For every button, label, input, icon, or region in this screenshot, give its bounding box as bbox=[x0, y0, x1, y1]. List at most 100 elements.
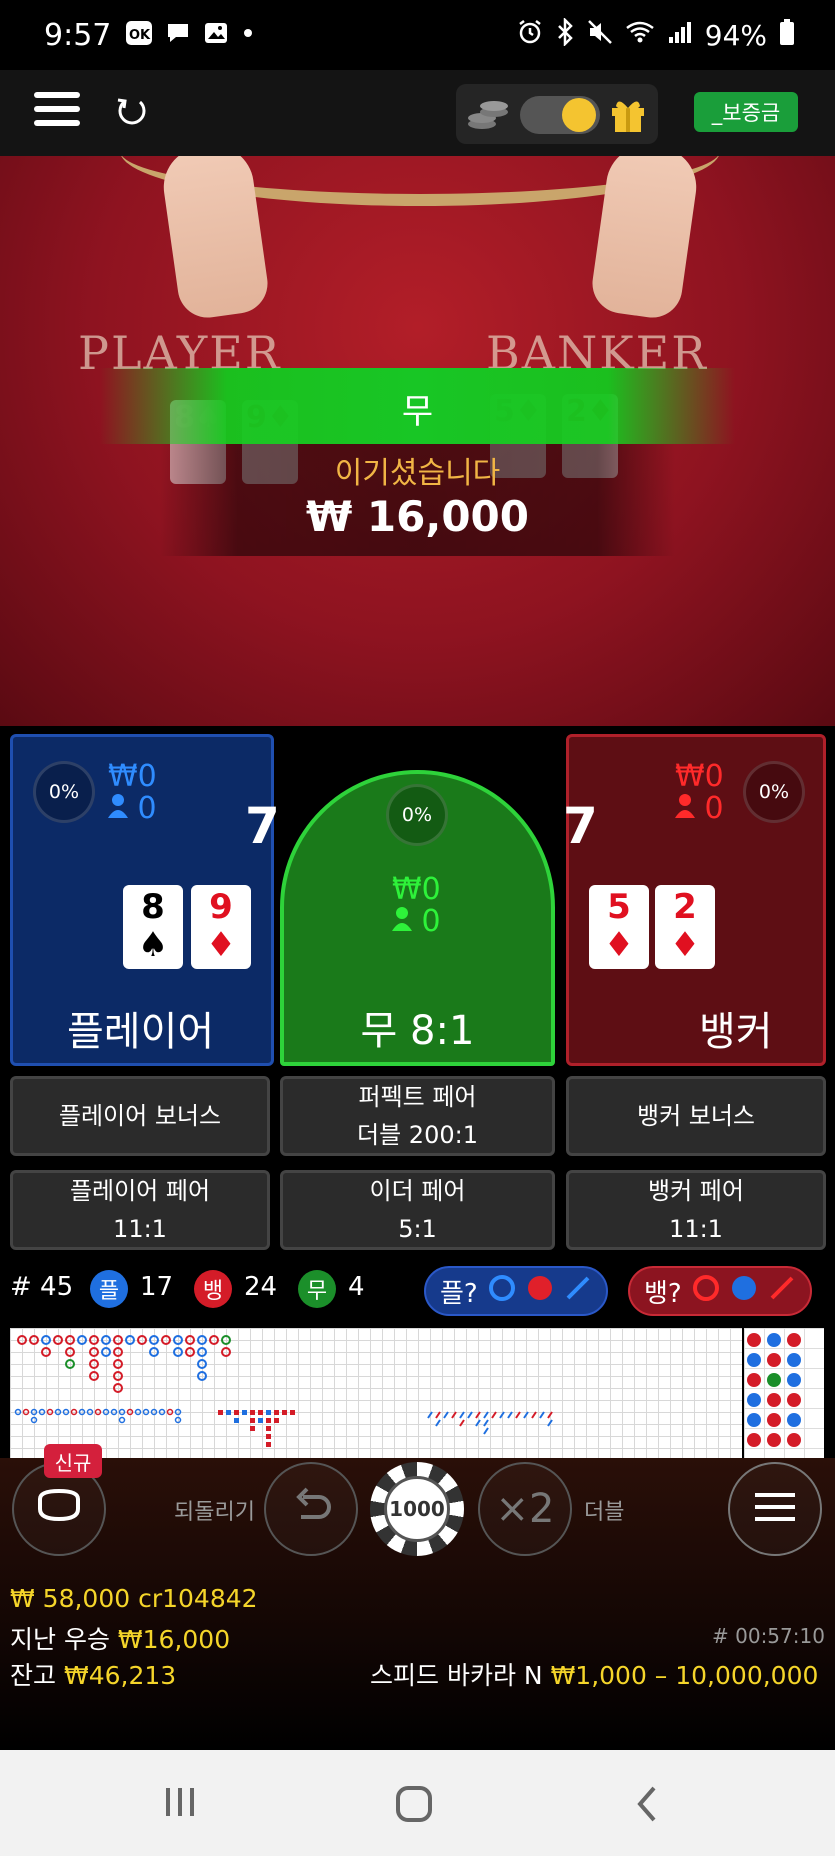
win-amount: ₩ 16,000 bbox=[305, 492, 530, 541]
user-icon bbox=[108, 791, 138, 826]
image-icon bbox=[203, 20, 229, 50]
top-app-bar: _보증금 bbox=[0, 70, 835, 156]
ok-app-icon: OK bbox=[125, 20, 153, 50]
last-win-amount: ₩16,000 bbox=[117, 1625, 231, 1654]
dot-icon bbox=[241, 20, 255, 50]
new-badge: 신규 bbox=[44, 1444, 102, 1478]
wifi-icon bbox=[625, 19, 655, 52]
system-nav-bar bbox=[0, 1750, 835, 1856]
battery-percent: 94% bbox=[704, 18, 767, 52]
road-map-summary[interactable] bbox=[744, 1328, 824, 1458]
table-name: 스피드 바카라 N bbox=[370, 1661, 543, 1690]
double-symbol: ×2 bbox=[495, 1486, 555, 1532]
home-icon[interactable] bbox=[394, 1784, 434, 1828]
chip-selector[interactable]: 1000 bbox=[370, 1462, 464, 1556]
slash-icon bbox=[768, 1274, 796, 1309]
table-limits: ₩1,000 – 10,000,000 bbox=[550, 1661, 819, 1690]
banker-bonus-button[interactable]: 뱅커 보너스 bbox=[566, 1076, 826, 1156]
bluetooth-icon bbox=[555, 16, 575, 53]
bet-area-banker[interactable]: 0% ₩0 0 7 5 ♦ 2 ♦ 뱅커 bbox=[563, 734, 826, 1066]
round-stats: # 45 플 17 뱅 24 무 4 플? 뱅? bbox=[0, 1266, 835, 1316]
chip-value: 1000 bbox=[384, 1476, 450, 1542]
chat-icon bbox=[165, 20, 191, 50]
circle-filled-icon bbox=[730, 1274, 758, 1309]
perfect-pair-button[interactable]: 퍼펙트 페어 더블 200:1 bbox=[280, 1076, 555, 1156]
game-menu-button[interactable] bbox=[728, 1462, 822, 1556]
player-predict-button[interactable]: 플? bbox=[424, 1266, 608, 1316]
bet-area-player[interactable]: 0% ₩0 0 7 8 ♠ 9 ♦ 플레이어 bbox=[10, 734, 280, 1066]
live-table-view: PLAYER BANKER 8♠ 9♦ 5♦ 2♦ 무 이기셨습니다 ₩ 16,… bbox=[0, 156, 835, 726]
circle-outline-icon bbox=[692, 1274, 720, 1309]
double-button[interactable]: ×2 bbox=[478, 1462, 572, 1556]
player-user-count: 0 bbox=[108, 793, 157, 825]
tie-percent: 0% bbox=[386, 784, 448, 846]
last-win-label: 지난 우승 bbox=[10, 1625, 110, 1654]
tie-user-count: 0 bbox=[392, 906, 441, 938]
banker-count-badge: 뱅 bbox=[194, 1270, 232, 1308]
recent-apps-icon[interactable] bbox=[162, 1784, 198, 1824]
menu-icon bbox=[755, 1491, 795, 1527]
banker-card-1: 5 ♦ bbox=[589, 885, 649, 969]
player-score: 7 bbox=[245, 797, 280, 855]
balance-label: 잔고 bbox=[10, 1661, 57, 1690]
banker-pair-button[interactable]: 뱅커 페어 11:1 bbox=[566, 1170, 826, 1250]
slash-icon bbox=[564, 1274, 592, 1309]
player-predict-label: 플? bbox=[440, 1278, 478, 1309]
status-bar: 9:57 OK 94% bbox=[0, 0, 835, 70]
table-icon bbox=[34, 1487, 84, 1531]
last-win: 지난 우승 ₩16,000 bbox=[10, 1620, 230, 1656]
alarm-icon bbox=[517, 19, 543, 52]
gift-icon[interactable] bbox=[608, 94, 648, 134]
banker-win-count: 24 bbox=[244, 1272, 278, 1302]
player-count-badge: 플 bbox=[90, 1270, 128, 1308]
undo-icon bbox=[289, 1487, 333, 1531]
player-bet-amount: ₩0 bbox=[108, 759, 157, 794]
round-number: # 45 bbox=[10, 1272, 74, 1302]
player-card-2: 9 ♦ bbox=[191, 885, 251, 969]
round-timer: # 00:57:10 bbox=[712, 1624, 825, 1648]
road-summary-marks bbox=[747, 1333, 801, 1447]
cockroach-road bbox=[427, 1411, 553, 1435]
banker-predict-button[interactable]: 뱅? bbox=[628, 1266, 812, 1316]
signal-icon bbox=[667, 19, 693, 52]
road-map-marks bbox=[14, 1335, 553, 1447]
refresh-icon[interactable] bbox=[114, 94, 150, 130]
circle-outline-icon bbox=[488, 1274, 516, 1309]
player-pair-button[interactable]: 플레이어 페어 11:1 bbox=[10, 1170, 270, 1250]
either-pair-button[interactable]: 이더 페어 5:1 bbox=[280, 1170, 555, 1250]
display-toggle[interactable] bbox=[520, 96, 600, 134]
big-eye-road bbox=[14, 1408, 182, 1424]
banker-bet-label: 뱅커 bbox=[699, 1009, 773, 1055]
road-map[interactable] bbox=[10, 1328, 742, 1458]
banker-percent: 0% bbox=[743, 761, 805, 823]
tie-bet-amount: ₩0 bbox=[392, 872, 441, 907]
coins-icon bbox=[466, 94, 510, 134]
balance-summary: ₩ 58,000 cr104842 bbox=[10, 1584, 258, 1613]
dealer-right-hand bbox=[588, 156, 702, 322]
banker-card-2: 2 ♦ bbox=[655, 885, 715, 969]
svg-text:OK: OK bbox=[129, 28, 151, 43]
round-result-banner: 무 bbox=[100, 368, 735, 444]
banker-score: 7 bbox=[563, 797, 598, 855]
status-time: 9:57 bbox=[44, 17, 112, 53]
banker-bet-amount: ₩0 bbox=[675, 759, 724, 794]
player-bonus-button[interactable]: 플레이어 보너스 bbox=[10, 1076, 270, 1156]
user-icon bbox=[675, 791, 705, 826]
banker-user-count: 0 bbox=[675, 793, 724, 825]
win-message: 이기셨습니다 bbox=[334, 456, 501, 491]
back-icon[interactable] bbox=[632, 1784, 662, 1828]
double-label: 더블 bbox=[584, 1500, 625, 1525]
tie-count-badge: 무 bbox=[298, 1270, 336, 1308]
undo-label: 되돌리기 bbox=[174, 1500, 255, 1525]
hamburger-icon[interactable] bbox=[34, 92, 80, 132]
deposit-button[interactable]: _보증금 bbox=[694, 92, 798, 132]
chips-toggle-group bbox=[456, 84, 658, 144]
win-message-box: 이기셨습니다 ₩ 16,000 bbox=[160, 444, 675, 556]
mute-icon bbox=[587, 19, 613, 52]
undo-button[interactable] bbox=[264, 1462, 358, 1556]
tie-win-count: 4 bbox=[348, 1272, 365, 1302]
bet-area-tie[interactable]: 0% ₩0 0 무 8:1 bbox=[280, 770, 555, 1066]
player-bet-label: 플레이어 bbox=[67, 1009, 215, 1055]
banker-predict-label: 뱅? bbox=[644, 1278, 682, 1309]
circle-filled-icon bbox=[526, 1274, 554, 1309]
